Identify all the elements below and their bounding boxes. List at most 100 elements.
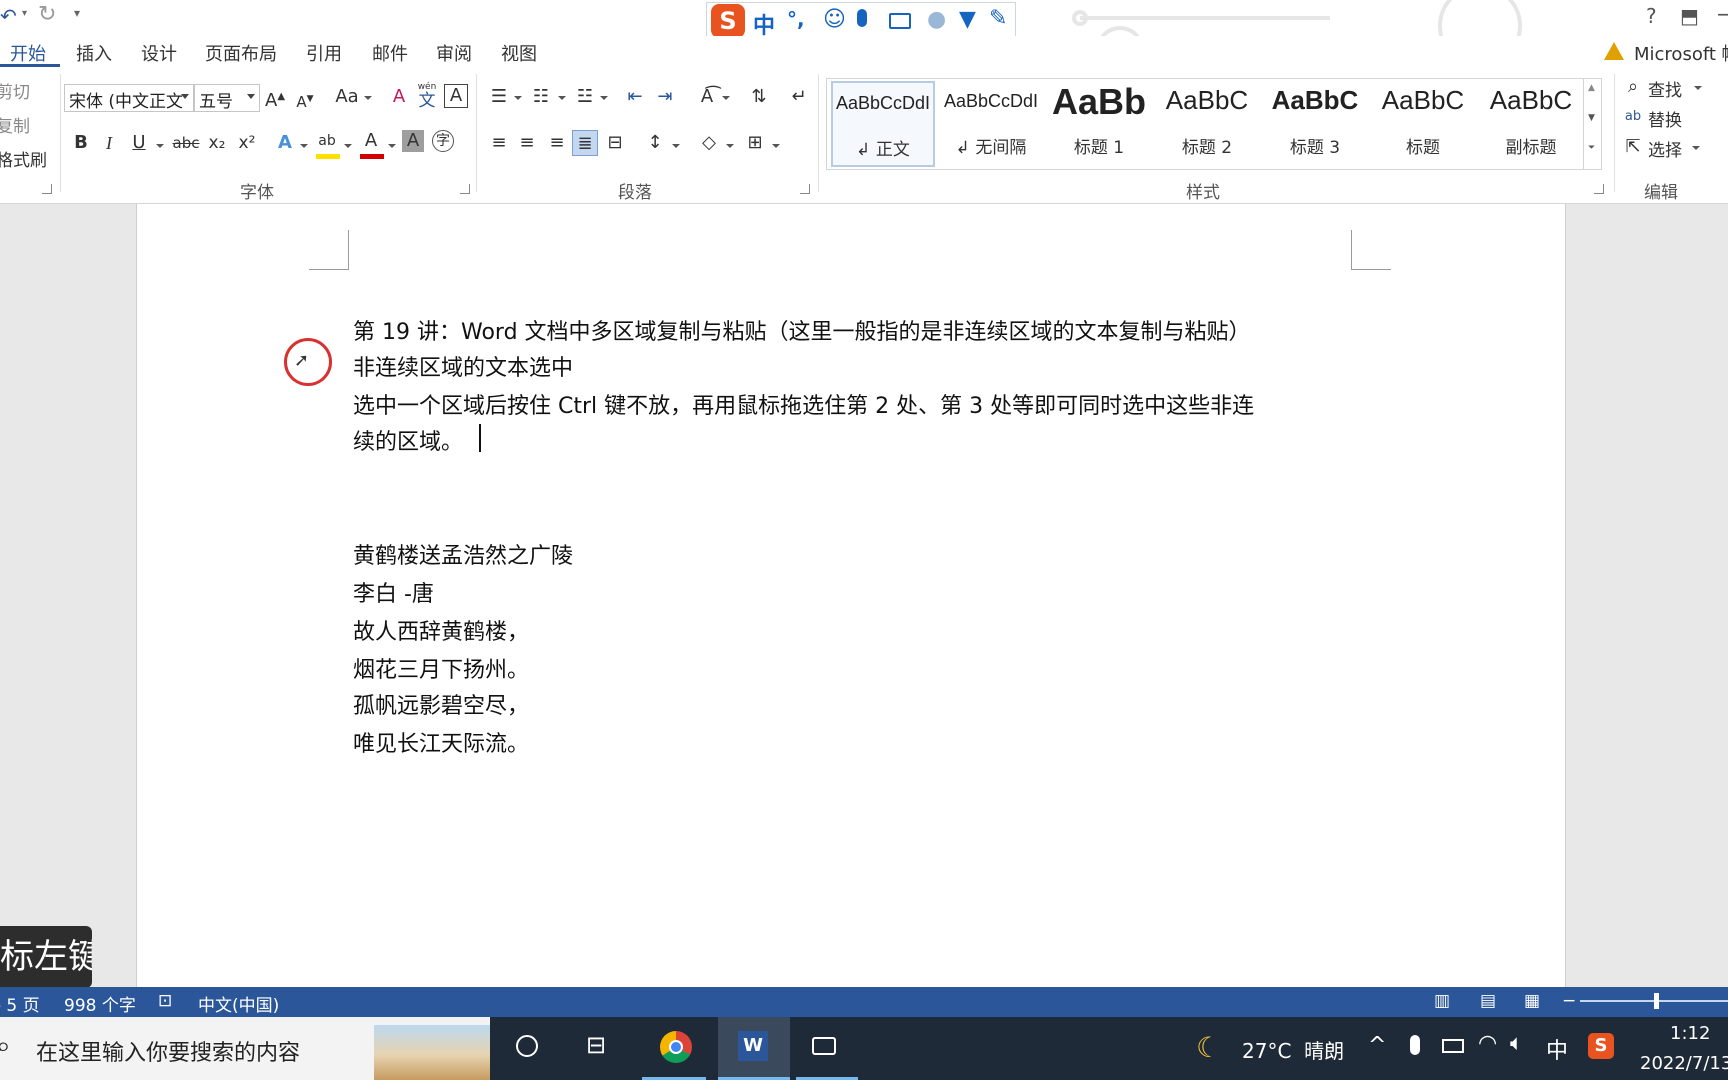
sogou-tray-icon[interactable]: S xyxy=(1588,1033,1614,1059)
taskbar-search[interactable]: ⌕ 在这里输入你要搜索的内容 xyxy=(0,1017,490,1080)
clear-formatting-icon[interactable]: A xyxy=(386,84,412,110)
word-count[interactable]: 998 个字 xyxy=(64,991,136,1016)
show-hidden-icons-icon[interactable]: ^ xyxy=(1368,1033,1386,1058)
gallery-up-icon[interactable]: ▲ xyxy=(1588,83,1595,93)
align-left-icon[interactable]: ≡ xyxy=(486,130,512,156)
superscript-button[interactable]: x² xyxy=(234,130,260,156)
bullets-dropdown-icon[interactable] xyxy=(514,96,522,100)
print-layout-icon[interactable]: ▤ xyxy=(1480,991,1496,1011)
ribbon-display-options-icon[interactable]: ⬒ xyxy=(1680,4,1699,28)
styles-launcher-icon[interactable] xyxy=(1594,184,1604,194)
clipboard-launcher-icon[interactable] xyxy=(42,184,52,194)
text-effects-dropdown-icon[interactable] xyxy=(300,144,308,148)
sort-icon[interactable]: ⇅ xyxy=(746,84,772,110)
cut-button[interactable]: 剪切 xyxy=(0,78,30,103)
multilevel-list-icon[interactable]: ☳ xyxy=(572,84,598,110)
italic-button[interactable]: I xyxy=(96,130,122,156)
shrink-font-icon[interactable]: A▼ xyxy=(292,86,318,112)
style-heading-3[interactable]: AaBbC 标题 3 xyxy=(1263,81,1367,167)
tab-page-layout[interactable]: 页面布局 xyxy=(205,40,277,66)
phonetic-guide-icon[interactable]: wén 文 xyxy=(414,82,440,110)
proofing-icon[interactable]: ⊡ xyxy=(158,991,172,1011)
document-page[interactable]: 第 19 讲：Word 文档中多区域复制与粘贴（这里一般指的是非连续区域的文本复… xyxy=(136,204,1566,987)
borders-dropdown-icon[interactable] xyxy=(772,144,780,148)
copy-button[interactable]: 复制 xyxy=(0,112,30,137)
language-status[interactable]: 中文(中国) xyxy=(198,991,279,1016)
emoji-icon[interactable]: ☺ xyxy=(823,7,846,32)
shading-dropdown-icon[interactable] xyxy=(726,144,734,148)
line-spacing-icon[interactable]: ↕ xyxy=(642,130,668,156)
camera-icon[interactable] xyxy=(812,1037,836,1055)
align-right-icon[interactable]: ≡ xyxy=(544,130,570,156)
ime-punct-toggle[interactable]: °, xyxy=(787,7,805,31)
keyboard-icon[interactable] xyxy=(889,13,911,29)
user-icon[interactable]: ● xyxy=(927,7,946,32)
underline-button[interactable]: U xyxy=(126,130,152,156)
font-color-icon[interactable]: A xyxy=(358,128,384,154)
tab-home[interactable]: 开始 xyxy=(10,40,46,66)
gallery-down-icon[interactable]: ▼ xyxy=(1588,113,1595,123)
select-button[interactable]: 选择 xyxy=(1648,136,1682,161)
font-launcher-icon[interactable] xyxy=(460,184,470,194)
read-mode-icon[interactable]: ▥ xyxy=(1434,991,1450,1011)
line-spacing-dropdown-icon[interactable] xyxy=(672,144,680,148)
change-case-dropdown-icon[interactable] xyxy=(364,96,372,100)
find-dropdown-icon[interactable] xyxy=(1694,86,1702,90)
underline-dropdown-icon[interactable] xyxy=(156,144,164,148)
distributed-icon[interactable]: ⊟ xyxy=(602,130,628,156)
justify-icon[interactable]: ≣ xyxy=(572,130,598,156)
character-shading-icon[interactable]: A xyxy=(402,130,424,152)
bold-button[interactable]: B xyxy=(68,130,94,156)
skin-shirt-icon[interactable]: ▼ xyxy=(959,7,976,32)
undo-dropdown-icon[interactable]: ▾ xyxy=(22,8,27,19)
undo-icon[interactable]: ↶ xyxy=(0,4,17,28)
align-center-icon[interactable]: ≡ xyxy=(514,130,540,156)
multilevel-dropdown-icon[interactable] xyxy=(600,96,608,100)
minimize-icon[interactable]: − xyxy=(1716,2,1728,26)
font-name-combo[interactable]: 宋体 (中文正文 xyxy=(64,84,194,112)
ime-indicator[interactable]: 中 xyxy=(1546,1033,1568,1065)
font-color-dropdown-icon[interactable] xyxy=(388,144,396,148)
shading-icon[interactable]: ◇ xyxy=(696,130,722,156)
task-view-circle-icon[interactable] xyxy=(516,1035,538,1057)
chrome-icon[interactable] xyxy=(660,1031,692,1063)
font-size-combo[interactable]: 五号 xyxy=(194,84,260,112)
customize-quick-access-icon[interactable]: ▾ xyxy=(74,6,80,20)
show-hide-marks-icon[interactable]: ↵ xyxy=(786,84,812,110)
bullets-icon[interactable]: ☰ xyxy=(486,84,512,110)
wifi-icon[interactable]: ◠ xyxy=(1478,1031,1497,1056)
web-layout-icon[interactable]: ▦ xyxy=(1524,991,1540,1011)
paragraph-launcher-icon[interactable] xyxy=(800,184,810,194)
text-effects-icon[interactable]: A xyxy=(272,130,298,156)
chinese-layout-dropdown-icon[interactable] xyxy=(722,96,730,100)
tab-design[interactable]: 设计 xyxy=(141,40,177,66)
help-icon[interactable]: ? xyxy=(1646,4,1657,28)
weather-text[interactable]: 27°C 晴朗 xyxy=(1242,1035,1344,1064)
tab-insert[interactable]: 插入 xyxy=(76,40,112,66)
highlight-dropdown-icon[interactable] xyxy=(344,144,352,148)
replace-button[interactable]: 替换 xyxy=(1648,106,1682,131)
clock-date[interactable]: 2022/7/13 xyxy=(1640,1053,1728,1074)
settings-wrench-icon[interactable]: ✎ xyxy=(989,6,1007,31)
tab-references[interactable]: 引用 xyxy=(306,40,342,66)
task-view-icon[interactable]: ⊟ xyxy=(586,1031,606,1059)
gallery-more-icon[interactable]: ⏷ xyxy=(1588,143,1595,153)
tab-view[interactable]: 视图 xyxy=(501,40,537,66)
style-no-spacing[interactable]: AaBbCcDdI ↲ 无间隔 xyxy=(939,81,1043,167)
account-name[interactable]: Microsoft 帐 xyxy=(1634,40,1728,66)
subscript-button[interactable]: x₂ xyxy=(204,130,230,156)
decrease-indent-icon[interactable]: ⇤ xyxy=(622,84,648,110)
select-dropdown-icon[interactable] xyxy=(1692,146,1700,150)
change-case-icon[interactable]: Aa xyxy=(330,84,364,110)
style-heading-1[interactable]: AaBb 标题 1 xyxy=(1047,81,1151,167)
battery-icon[interactable] xyxy=(1442,1039,1464,1053)
highlight-color-icon[interactable]: ab xyxy=(314,128,340,154)
chinese-layout-icon[interactable]: A͡ xyxy=(694,84,720,110)
numbering-dropdown-icon[interactable] xyxy=(558,96,566,100)
tab-review[interactable]: 审阅 xyxy=(436,40,472,66)
format-painter-button[interactable]: 格式刷 xyxy=(0,146,47,171)
numbering-icon[interactable]: ☷ xyxy=(528,84,554,110)
style-heading-2[interactable]: AaBbC 标题 2 xyxy=(1155,81,1259,167)
style-normal[interactable]: AaBbCcDdI ↲ 正文 xyxy=(831,81,935,167)
select-cursor-icon[interactable]: ⇱ xyxy=(1620,134,1646,160)
